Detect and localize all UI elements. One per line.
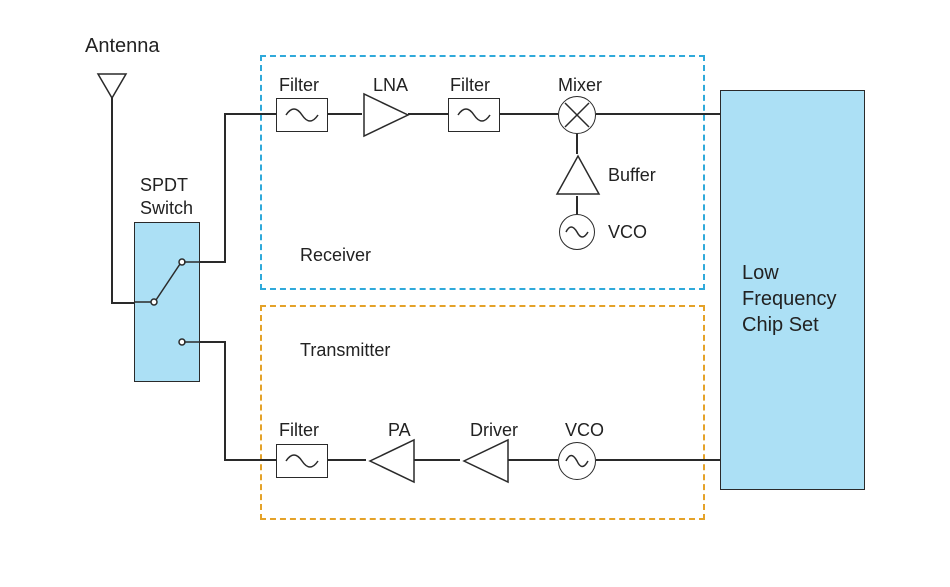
vco-rx-label: VCO: [608, 222, 647, 243]
wire-lna-f2: [408, 113, 448, 115]
spdt-label-2: Switch: [140, 198, 193, 219]
chipset-l2: Frequency: [742, 288, 837, 311]
wire-antenna-down: [111, 98, 113, 222]
pa-icon: [366, 438, 416, 484]
buffer-icon: [555, 154, 601, 196]
filter-icon-2: [448, 98, 500, 132]
vco-rx-icon: [559, 214, 595, 250]
rx-filter2-label: Filter: [450, 75, 490, 96]
wire-f3-pa: [328, 459, 366, 461]
wire-switch-tx-h1: [200, 341, 226, 343]
spdt-switch-internals: [134, 222, 200, 382]
wire-mixer-chipset: [596, 113, 720, 115]
wire-switch-tx-v: [224, 341, 226, 461]
filter-icon-1: [276, 98, 328, 132]
filter-icon-3: [276, 444, 328, 478]
mixer-icon: [558, 96, 596, 134]
wire-vco-chipset: [596, 459, 720, 461]
tx-filter-label: Filter: [279, 420, 319, 441]
wire-f2-mixer: [500, 113, 558, 115]
wire-f1-lna: [328, 113, 362, 115]
buffer-label: Buffer: [608, 165, 656, 186]
wire-ant-to-switch: [111, 302, 135, 304]
mixer-label: Mixer: [558, 75, 602, 96]
wire-buffer-vco: [576, 196, 578, 214]
vco-tx-label: VCO: [565, 420, 604, 441]
wire-driver-vco: [508, 459, 558, 461]
driver-icon: [460, 438, 510, 484]
wire-rx-to-filter1: [224, 113, 276, 115]
chipset-l1: Low: [742, 262, 779, 285]
wire-tx-to-filter3: [224, 459, 276, 461]
transmitter-group: [260, 305, 705, 520]
wire-pa-driver: [414, 459, 460, 461]
receiver-label: Receiver: [300, 245, 371, 266]
spdt-label-1: SPDT: [140, 175, 188, 196]
lna-icon: [362, 92, 412, 138]
transmitter-label: Transmitter: [300, 340, 390, 361]
diagram-canvas: Antenna SPDT Switch Filter LNA Filter: [0, 0, 950, 587]
chipset-l3: Chip Set: [742, 314, 819, 337]
wire-antenna-down-2: [111, 222, 113, 302]
rx-filter1-label: Filter: [279, 75, 319, 96]
vco-tx-icon: [558, 442, 596, 480]
antenna-label: Antenna: [85, 35, 160, 58]
wire-switch-rx-v: [224, 113, 226, 263]
wire-mixer-buffer: [576, 134, 578, 154]
wire-switch-rx-h1: [200, 261, 226, 263]
